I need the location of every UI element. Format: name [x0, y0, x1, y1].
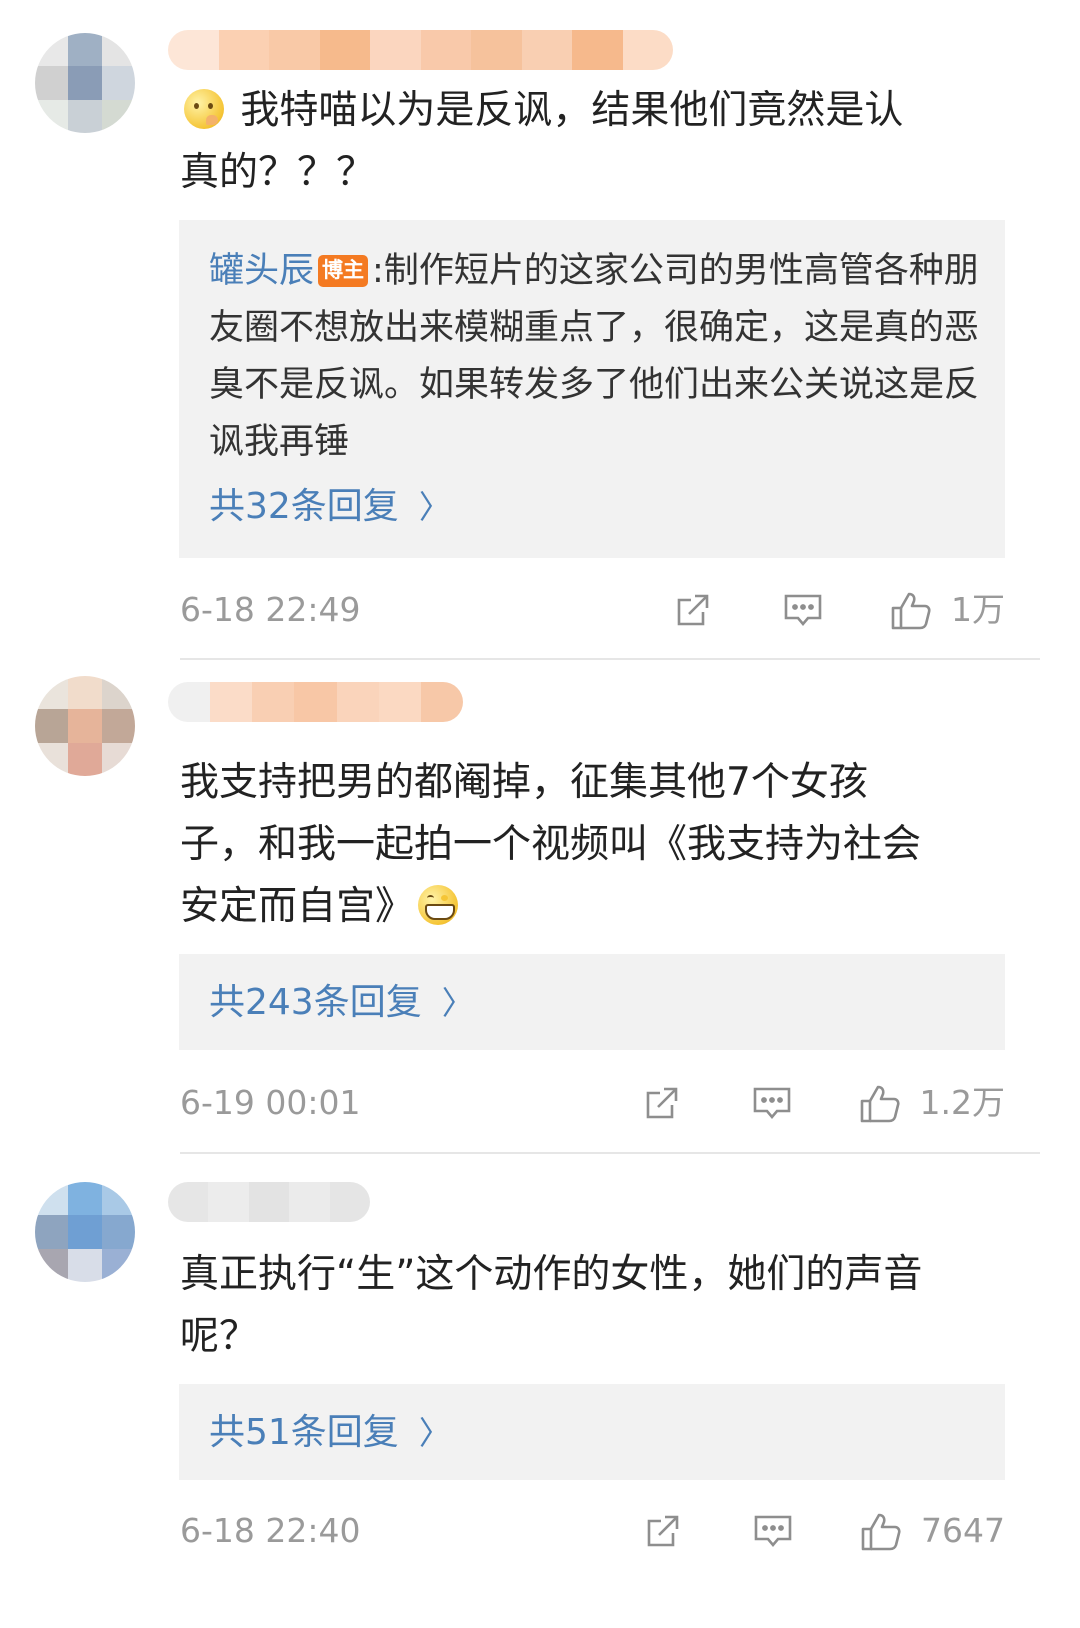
comment-icon[interactable]: [750, 1081, 794, 1125]
comment-item: 真正执行“生”这个动作的女性，她们的声音 呢？ 共51条回复〉 6-18 22:…: [0, 1154, 1080, 1628]
reply-preview-box[interactable]: 共243条回复〉: [179, 954, 1005, 1050]
comment-actions: 1万: [671, 585, 1005, 635]
reply-author-name[interactable]: 罐头辰: [209, 251, 314, 291]
reply-count-label: 共243条回复: [209, 982, 422, 1023]
like-count: 7647: [921, 1511, 1005, 1550]
reply-separator: :: [372, 251, 384, 291]
comment-item: 我支持把男的都阉掉，征集其他7个女孩 子，和我一起拍一个视频叫《我支持为社会 安…: [0, 660, 1080, 1154]
reply-count-label: 共51条回复: [209, 1412, 399, 1453]
comment-actions: 7647: [641, 1506, 1005, 1556]
chevron-right-icon: 〉: [418, 1414, 451, 1452]
username-blurred[interactable]: [168, 682, 463, 722]
like-icon[interactable]: [859, 1509, 903, 1553]
like-icon[interactable]: [858, 1081, 902, 1125]
reply-count-link[interactable]: 共243条回复〉: [209, 978, 474, 1028]
avatar[interactable]: [35, 33, 135, 133]
avatar[interactable]: [35, 1182, 135, 1282]
thinking-emoji-icon: [184, 89, 224, 129]
like-icon[interactable]: [889, 588, 933, 632]
comment-text: 我特喵以为是反讽，结果他们竟然是认 真的？？？: [180, 88, 904, 195]
username-blurred[interactable]: [168, 30, 673, 70]
like-count: 1万: [951, 590, 1005, 629]
comment-icon[interactable]: [751, 1509, 795, 1553]
comment-time: 6-18 22:40: [180, 1511, 361, 1550]
share-icon[interactable]: [640, 1081, 684, 1125]
reply-preview-box[interactable]: 罐头辰 博主:制作短片的这家公司的男性高管各种朋友圈不想放出来模糊重点了，很确定，…: [179, 220, 1005, 558]
like-count: 1.2万: [919, 1083, 1005, 1122]
comment-item: 我特喵以为是反讽，结果他们竟然是认 真的？？？ 罐头辰 博主:制作短片的这家公司的…: [0, 0, 1080, 660]
chevron-right-icon: 〉: [441, 984, 474, 1022]
comment-time: 6-19 00:01: [180, 1083, 361, 1122]
share-icon[interactable]: [641, 1509, 685, 1553]
comment-time: 6-18 22:49: [180, 590, 361, 629]
comment-text: 真正执行“生”这个动作的女性，她们的声音 呢？: [180, 1252, 923, 1359]
avatar[interactable]: [35, 676, 135, 776]
comment-icon[interactable]: [781, 588, 825, 632]
comment-footer: 6-18 22:49 1万: [180, 585, 1005, 635]
reply-count-link[interactable]: 共32条回复〉: [209, 482, 451, 532]
author-badge: 博主: [318, 255, 369, 287]
comment-footer: 6-19 00:01 1.2万: [180, 1078, 1005, 1128]
reply-preview-box[interactable]: 共51条回复〉: [179, 1384, 1005, 1480]
reply-count-link[interactable]: 共51条回复〉: [209, 1408, 451, 1458]
grinning-emoji-icon: [418, 885, 459, 925]
share-icon[interactable]: [671, 588, 715, 632]
username-blurred[interactable]: [168, 1182, 370, 1222]
comment-text: 我支持把男的都阉掉，征集其他7个女孩 子，和我一起拍一个视频叫《我支持为社会 安…: [180, 760, 922, 929]
comment-actions: 1.2万: [640, 1078, 1005, 1128]
reply-preview-text: 罐头辰 博主:制作短片的这家公司的男性高管各种朋友圈不想放出来模糊重点了，很确定，…: [209, 243, 984, 471]
reply-count-label: 共32条回复: [209, 486, 399, 527]
comment-footer: 6-18 22:40 7647: [180, 1506, 1005, 1556]
chevron-right-icon: 〉: [418, 488, 451, 526]
